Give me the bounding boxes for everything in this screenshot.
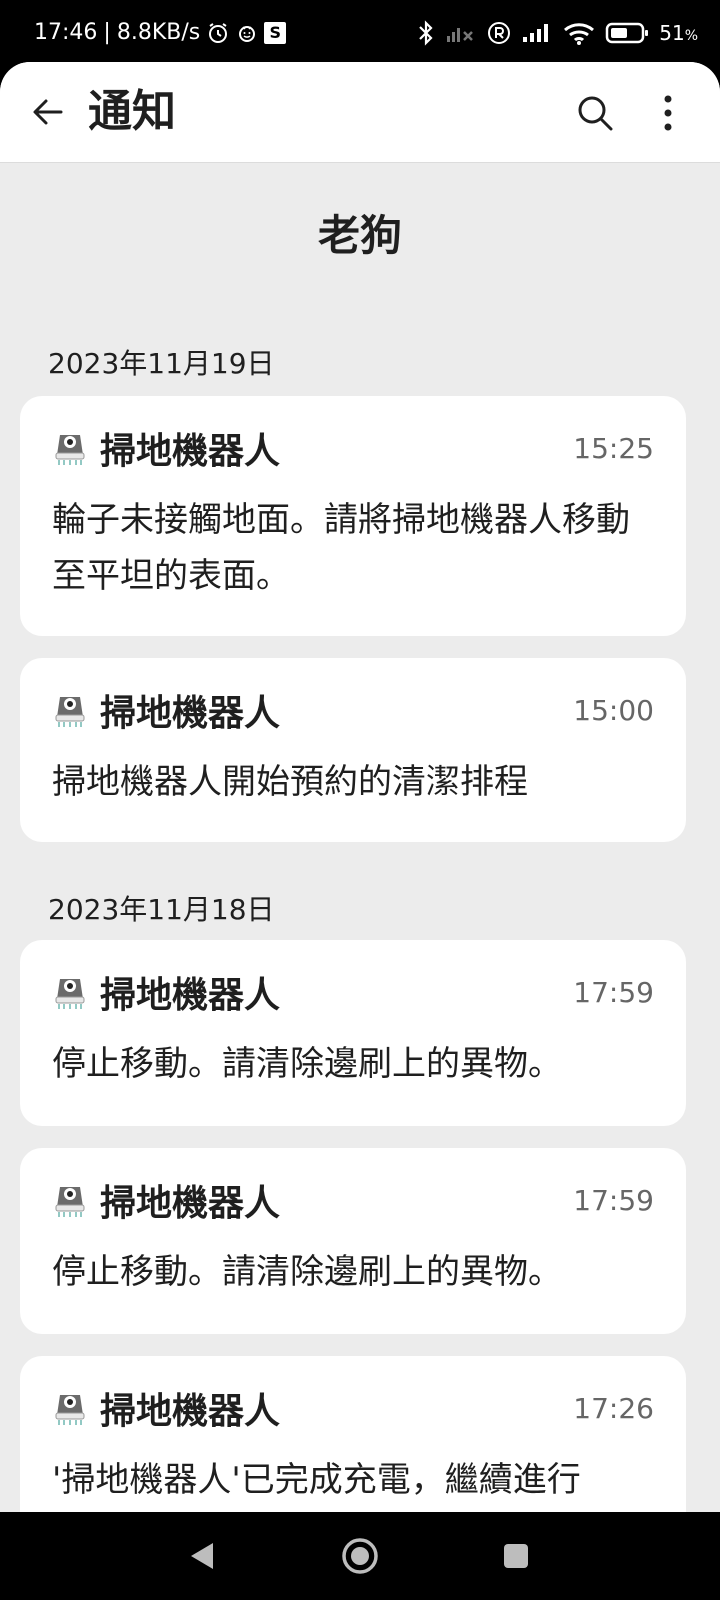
date-label: 2023年11月19日	[48, 347, 275, 380]
bluetooth-icon	[417, 20, 435, 46]
nav-back-button[interactable]	[176, 1530, 228, 1582]
back-button[interactable]	[24, 88, 72, 136]
card-time: 17:59	[573, 1183, 654, 1217]
roaming-icon	[487, 21, 511, 45]
robot-vacuum-icon	[52, 690, 88, 730]
card-time: 15:00	[573, 693, 654, 727]
arrow-left-icon	[33, 99, 63, 125]
card-app-name: 掃地機器人	[100, 975, 281, 1016]
card-time: 15:25	[573, 431, 654, 465]
card-app-name: 掃地機器人	[100, 1391, 281, 1432]
battery-percent: 51	[659, 21, 685, 45]
wifi-icon	[563, 21, 595, 45]
app-bar: 通知	[0, 62, 720, 163]
status-net-speed: 8.8KB/s	[116, 20, 201, 45]
nav-recents-button[interactable]	[490, 1530, 542, 1582]
triangle-back-icon	[191, 1543, 213, 1569]
card-time: 17:59	[573, 975, 654, 1009]
search-icon	[578, 96, 613, 131]
battery-icon	[605, 21, 649, 45]
card-app-name: 掃地機器人	[100, 431, 281, 472]
card-message: 輪子未接觸地面。請將掃地機器人移動至平坦的表面。	[52, 500, 630, 596]
robot-vacuum-icon	[52, 972, 88, 1012]
card-message: 停止移動。請清除邊刷上的異物。	[52, 1044, 562, 1084]
status-time: 17:46	[34, 20, 98, 45]
status-separator: |	[103, 20, 111, 45]
robot-vacuum-icon	[52, 1180, 88, 1220]
card-app-name: 掃地機器人	[100, 1183, 281, 1224]
app-content: 通知 老狗 2023年11月19日 掃地機器人 15:25 輪子未接觸地面。請將…	[0, 62, 720, 1512]
notification-card[interactable]: 掃地機器人 15:00 掃地機器人開始預約的清潔排程	[20, 658, 686, 842]
alarm-icon	[206, 21, 230, 45]
card-message: 停止移動。請清除邊刷上的異物。	[52, 1252, 562, 1292]
page-title: 通知	[88, 86, 176, 137]
screen: 17:46 | 8.8KB/s S 51% 通知 老狗 2023年11月19日 …	[0, 0, 720, 1600]
device-name: 老狗	[317, 211, 402, 260]
card-header: 掃地機器人 17:59	[52, 1174, 654, 1226]
notification-card[interactable]: 掃地機器人 17:59 停止移動。請清除邊刷上的異物。	[20, 940, 686, 1126]
signal-icon	[521, 22, 553, 44]
status-right: 51%	[417, 20, 698, 46]
battery-text: 51%	[659, 21, 698, 45]
navigation-bar	[0, 1512, 720, 1600]
robot-vacuum-icon	[52, 428, 88, 468]
card-message: 掃地機器人開始預約的清潔排程	[52, 762, 528, 802]
nav-home-button[interactable]	[334, 1530, 386, 1582]
status-bar: 17:46 | 8.8KB/s S 51%	[0, 0, 720, 64]
card-header: 掃地機器人 15:00	[52, 684, 654, 736]
card-header: 掃地機器人 17:59	[52, 966, 654, 1018]
circle-home-icon	[342, 1538, 378, 1574]
date-label: 2023年11月18日	[48, 893, 275, 926]
card-header: 掃地機器人 17:26	[52, 1382, 654, 1434]
card-time: 17:26	[573, 1391, 654, 1425]
search-button[interactable]	[570, 88, 620, 138]
s-badge-icon: S	[264, 21, 287, 44]
notification-card[interactable]: 掃地機器人 17:26 '掃地機器人'已完成充電，繼續進行	[20, 1356, 686, 1512]
signal-muted-icon	[445, 22, 477, 44]
robot-vacuum-icon	[52, 1388, 88, 1428]
card-message: '掃地機器人'已完成充電，繼續進行	[52, 1460, 581, 1500]
card-app-name: 掃地機器人	[100, 693, 281, 734]
card-header: 掃地機器人 15:25	[52, 422, 654, 474]
face-icon	[236, 22, 258, 44]
battery-unit: %	[684, 28, 698, 44]
more-vert-icon	[664, 95, 672, 131]
more-options-button[interactable]	[646, 88, 690, 138]
status-left: 17:46 | 8.8KB/s S	[34, 20, 287, 45]
notification-card[interactable]: 掃地機器人 15:25 輪子未接觸地面。請將掃地機器人移動至平坦的表面。	[20, 396, 686, 636]
notification-card[interactable]: 掃地機器人 17:59 停止移動。請清除邊刷上的異物。	[20, 1148, 686, 1334]
square-recents-icon	[504, 1544, 528, 1568]
